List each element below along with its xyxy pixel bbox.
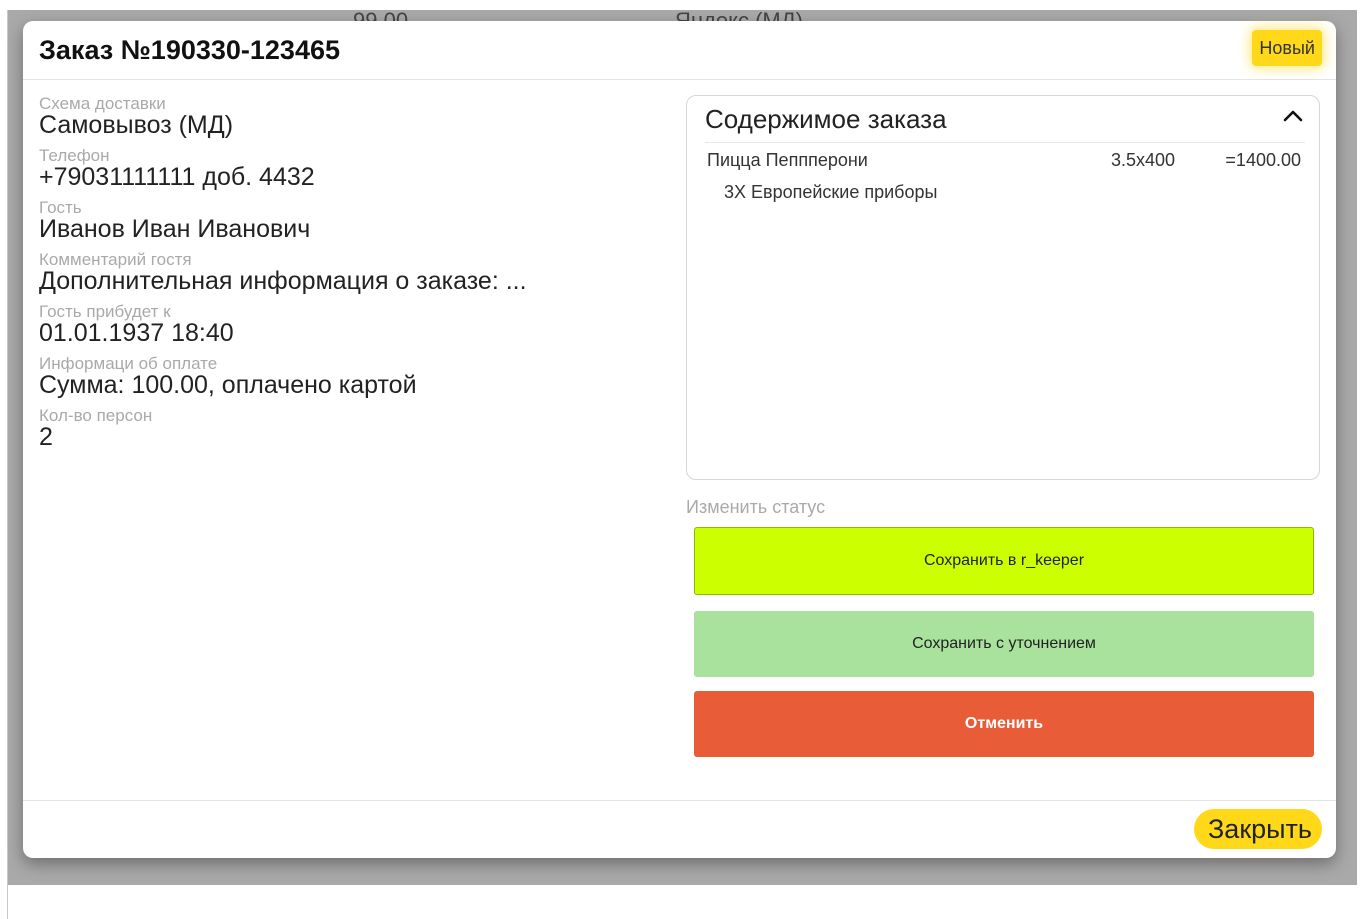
field-label: Комментарий гостя xyxy=(39,250,192,269)
field-value: +79031111111 доб. 4432 xyxy=(39,163,315,191)
order-contents-panel: Содержимое заказа Пицца Пеппперони 3.5x4… xyxy=(686,95,1320,480)
item-name: Пицца Пеппперони xyxy=(707,150,868,170)
save-with-clarification-button[interactable]: Сохранить с уточнением xyxy=(694,611,1314,677)
item-total: =1400.00 xyxy=(1225,150,1301,170)
item-modifier: 3X Европейские приборы xyxy=(724,182,938,202)
item-quantity: 3.5x400 xyxy=(1110,150,1175,170)
button-label: Отменить xyxy=(964,715,1044,732)
save-to-rkeeper-button[interactable]: Сохранить в r_keeper xyxy=(694,527,1314,595)
order-dialog: Заказ №190330-123465 Новый Схема доставк… xyxy=(23,21,1336,858)
field-value: Самовывоз (МД) xyxy=(39,111,234,139)
contents-divider xyxy=(705,142,1305,143)
change-status-label: Изменить статус xyxy=(686,497,826,517)
field-value: Сумма: 100.00, оплачено картой xyxy=(39,371,417,399)
close-button[interactable]: Закрыть xyxy=(1194,809,1322,849)
field-value: Дополнительная информация о заказе: ... xyxy=(39,267,527,295)
button-label: Сохранить с уточнением xyxy=(912,635,1096,652)
field-payment-info: Информаци об оплате Сумма: 100.00, оплач… xyxy=(39,355,659,399)
footer-divider xyxy=(23,800,1336,801)
field-label: Гость прибудет к xyxy=(39,302,171,321)
field-label: Схема доставки xyxy=(39,94,166,113)
field-persons-count: Кол-во персон 2 xyxy=(39,407,659,451)
field-value: Иванов Иван Иванович xyxy=(39,215,311,243)
field-phone: Телефон +79031111111 доб. 4432 xyxy=(39,147,659,191)
field-value: 2 xyxy=(39,423,53,451)
field-guest: Гость Иванов Иван Иванович xyxy=(39,199,659,243)
field-arrival-time: Гость прибудет к 01.01.1937 18:40 xyxy=(39,303,659,347)
cancel-order-button[interactable]: Отменить xyxy=(694,691,1314,757)
status-badge: Новый xyxy=(1252,30,1322,66)
dialog-header: Заказ №190330-123465 Новый xyxy=(23,21,1336,80)
field-label: Информаци об оплате xyxy=(39,354,218,373)
field-delivery-scheme: Схема доставки Самовывоз (МД) xyxy=(39,95,659,139)
field-label: Телефон xyxy=(39,146,110,165)
field-value: 01.01.1937 18:40 xyxy=(39,319,234,347)
order-details: Схема доставки Самовывоз (МД) Телефон +7… xyxy=(39,95,659,459)
button-label: Сохранить в r_keeper xyxy=(923,552,1085,569)
order-title: Заказ №190330-123465 xyxy=(39,35,340,65)
chevron-up-icon[interactable] xyxy=(1279,102,1307,130)
order-item-row: Пицца Пеппперони 3.5x400 =1400.00 xyxy=(707,150,1301,174)
order-contents-title: Содержимое заказа xyxy=(705,104,947,134)
field-label: Гость xyxy=(39,198,82,217)
field-guest-comment: Комментарий гостя Дополнительная информа… xyxy=(39,251,659,295)
field-label: Кол-во персон xyxy=(39,406,153,425)
